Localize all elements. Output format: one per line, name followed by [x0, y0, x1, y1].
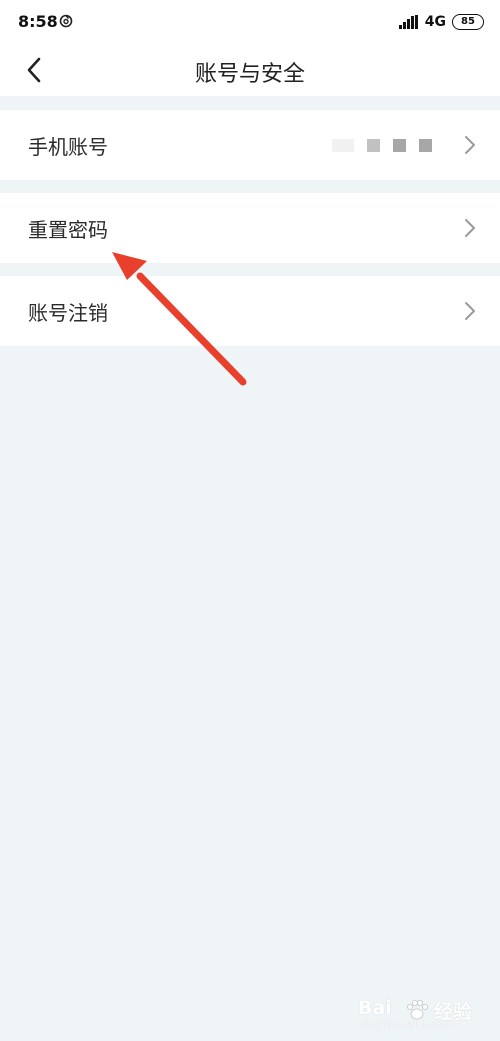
chevron-right-icon	[465, 219, 475, 237]
row-reset-password[interactable]: 重置密码	[0, 193, 500, 263]
row-label: 账号注销	[28, 301, 108, 325]
watermark-brand: Bai	[358, 997, 392, 1019]
navigation-bar: 账号与安全	[0, 44, 500, 96]
masked-phone-number	[332, 139, 432, 152]
app-notification-icon	[59, 14, 73, 28]
row-account-cancellation[interactable]: 账号注销	[0, 276, 500, 346]
row-label: 重置密码	[28, 218, 108, 242]
status-bar: 8:58 4G 85	[0, 0, 500, 44]
row-label: 手机账号	[28, 135, 108, 159]
page-title: 账号与安全	[194, 62, 305, 87]
status-indicators: 4G 85	[398, 12, 484, 32]
watermark-url: jingyan.baidu.com	[362, 1019, 455, 1030]
network-type: 4G	[424, 14, 446, 30]
battery-indicator: 85	[452, 14, 484, 30]
signal-strength-icon	[398, 15, 418, 29]
chevron-right-icon	[465, 302, 475, 320]
baidu-watermark: Bai 经验 jingyan.baidu.com	[358, 997, 486, 1031]
row-phone-account[interactable]: 手机账号	[0, 110, 500, 180]
chevron-right-icon	[465, 136, 475, 154]
status-time: 8:58	[18, 12, 58, 31]
